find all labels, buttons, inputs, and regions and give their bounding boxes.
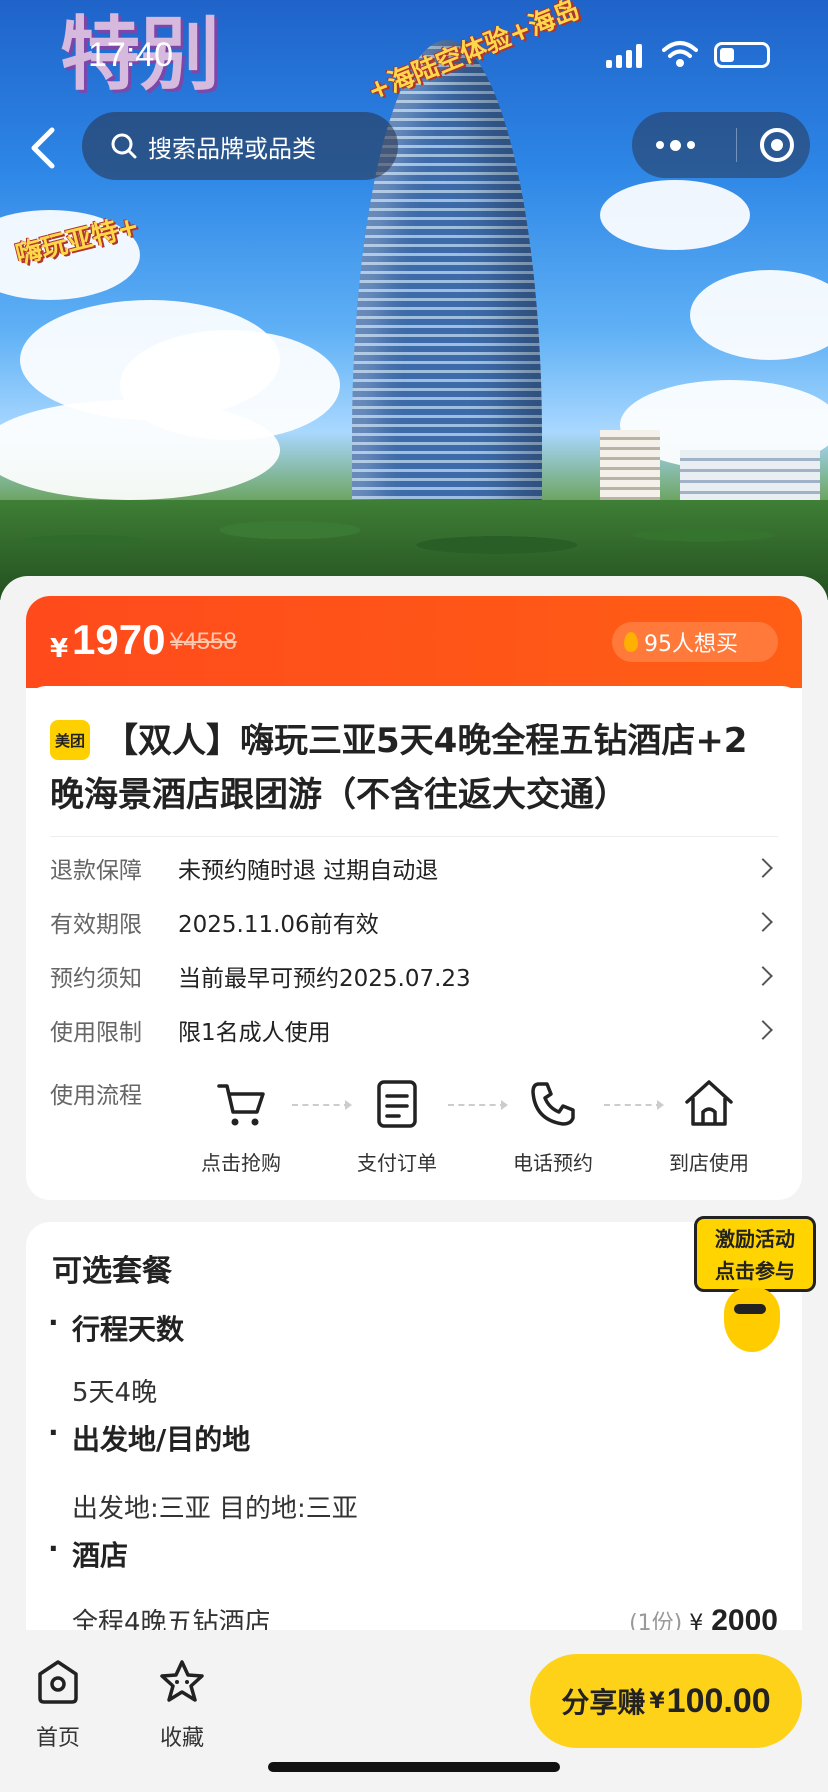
package-value-days: 5天4晚 xyxy=(72,1378,158,1408)
info-value: 限1名成人使用 xyxy=(178,1020,331,1046)
chevron-right-icon xyxy=(753,966,773,986)
info-row-restriction[interactable]: 使用限制 限1名成人使用 xyxy=(50,1010,778,1050)
info-value: 2025.11.06前有效 xyxy=(178,912,379,938)
flow-step-store: 到店使用 xyxy=(654,1076,764,1176)
info-row-booking[interactable]: 预约须知 当前最早可预约2025.07.23 xyxy=(50,956,778,996)
flow-label: 使用流程 xyxy=(50,1083,142,1109)
price-bar: ¥ 1970 ¥4558 95人想买 xyxy=(26,596,802,688)
status-time: 17:40 xyxy=(88,36,174,74)
flow-step-label: 到店使用 xyxy=(669,1151,749,1175)
package-heading-label: 行程天数 xyxy=(72,1313,185,1346)
promo-line-1: 激励活动 xyxy=(715,1227,795,1251)
info-row-validity[interactable]: 有效期限 2025.11.06前有效 xyxy=(50,902,778,942)
product-title: 【双人】嗨玩三亚5天4晚全程五钻酒店+2晚海景酒店跟团游（不含往返大交通） xyxy=(50,721,748,815)
chevron-right-icon xyxy=(753,912,773,932)
bottom-bar: 首页 收藏 分享赚 ¥ 100.00 xyxy=(0,1630,828,1792)
wifi-icon xyxy=(662,41,698,67)
info-key: 退款保障 xyxy=(50,858,142,884)
meituan-logo: 美团 xyxy=(50,720,90,760)
store-icon xyxy=(685,1080,733,1126)
search-placeholder: 搜索品牌或品类 xyxy=(148,134,316,163)
info-value: 当前最早可预约2025.07.23 xyxy=(178,966,471,992)
home-icon xyxy=(38,1660,78,1704)
mascot-icon xyxy=(724,1288,780,1352)
share-amount: 100.00 xyxy=(666,1681,771,1720)
tab-home[interactable]: 首页 xyxy=(18,1658,98,1752)
tab-label: 首页 xyxy=(35,1726,80,1751)
tab-label: 收藏 xyxy=(159,1726,204,1751)
cellular-signal-icon xyxy=(606,44,642,68)
package-title: 可选套餐 xyxy=(52,1254,172,1289)
product-title-block: 美团 【双人】嗨玩三亚5天4晚全程五钻酒店+2晚海景酒店跟团游（不含往返大交通） xyxy=(50,714,778,822)
star-icon xyxy=(160,1660,204,1702)
flow-step-pay: 支付订单 xyxy=(342,1076,452,1176)
flow-step-purchase: 点击抢购 xyxy=(186,1076,296,1176)
chevron-right-icon xyxy=(753,858,773,878)
package-value-route: 出发地:三亚 目的地:三亚 xyxy=(72,1494,358,1524)
package-heading-hotel: 酒店 xyxy=(48,1532,129,1574)
info-value: 未预约随时退 过期自动退 xyxy=(178,858,439,884)
currency-symbol: ¥ xyxy=(50,634,69,664)
flow-step-label: 点击抢购 xyxy=(201,1151,281,1175)
package-card: 可选套餐 行程天数 5天4晚 出发地/目的地 出发地:三亚 目的地:三亚 酒店 … xyxy=(26,1222,802,1642)
product-card: ¥ 1970 ¥4558 95人想买 美团 【双人】嗨玩三亚5天4晚全程五钻酒店… xyxy=(26,596,802,1200)
original-price: ¥4558 xyxy=(170,628,237,655)
status-bar: 17:40 xyxy=(0,0,828,108)
promo-line-2: 点击参与 xyxy=(715,1259,795,1283)
search-input[interactable]: 搜索品牌或品类 xyxy=(82,112,398,180)
search-icon xyxy=(111,133,137,159)
info-row-refund[interactable]: 退款保障 未预约随时退 过期自动退 xyxy=(50,848,778,888)
flame-icon xyxy=(624,632,638,652)
flow-step-label: 支付订单 xyxy=(357,1151,437,1175)
miniapp-capsule xyxy=(632,112,810,178)
package-heading-days: 行程天数 xyxy=(48,1306,185,1348)
flow-step-label: 电话预约 xyxy=(513,1151,593,1175)
flow-step-phone: 电话预约 xyxy=(498,1076,608,1176)
package-heading-label: 出发地/目的地 xyxy=(72,1423,251,1456)
info-key: 使用限制 xyxy=(50,1020,142,1046)
home-indicator xyxy=(268,1762,560,1772)
more-icon[interactable] xyxy=(656,134,716,156)
battery-icon xyxy=(714,42,770,68)
promo-floating-button[interactable]: 激励活动 点击参与 xyxy=(694,1216,816,1352)
package-heading-label: 酒店 xyxy=(72,1539,129,1572)
info-key: 预约须知 xyxy=(50,966,142,992)
info-key: 有效期限 xyxy=(50,912,142,938)
want-badge: 95人想买 xyxy=(612,622,778,662)
current-price: 1970 xyxy=(72,616,166,663)
tower-building xyxy=(352,40,542,540)
document-icon xyxy=(377,1080,417,1128)
phone-icon xyxy=(531,1082,575,1126)
share-label: 分享赚 xyxy=(561,1686,646,1719)
share-earn-button[interactable]: 分享赚 ¥ 100.00 xyxy=(530,1654,802,1748)
back-arrow-icon[interactable] xyxy=(24,124,64,172)
divider xyxy=(50,836,778,837)
close-miniapp-icon[interactable] xyxy=(760,128,794,162)
share-currency: ¥ xyxy=(649,1688,665,1714)
cart-icon xyxy=(217,1084,265,1126)
package-heading-route: 出发地/目的地 xyxy=(48,1416,251,1458)
chevron-right-icon xyxy=(753,1020,773,1040)
tab-favorite[interactable]: 收藏 xyxy=(142,1658,222,1752)
want-count: 95人想买 xyxy=(644,632,738,657)
